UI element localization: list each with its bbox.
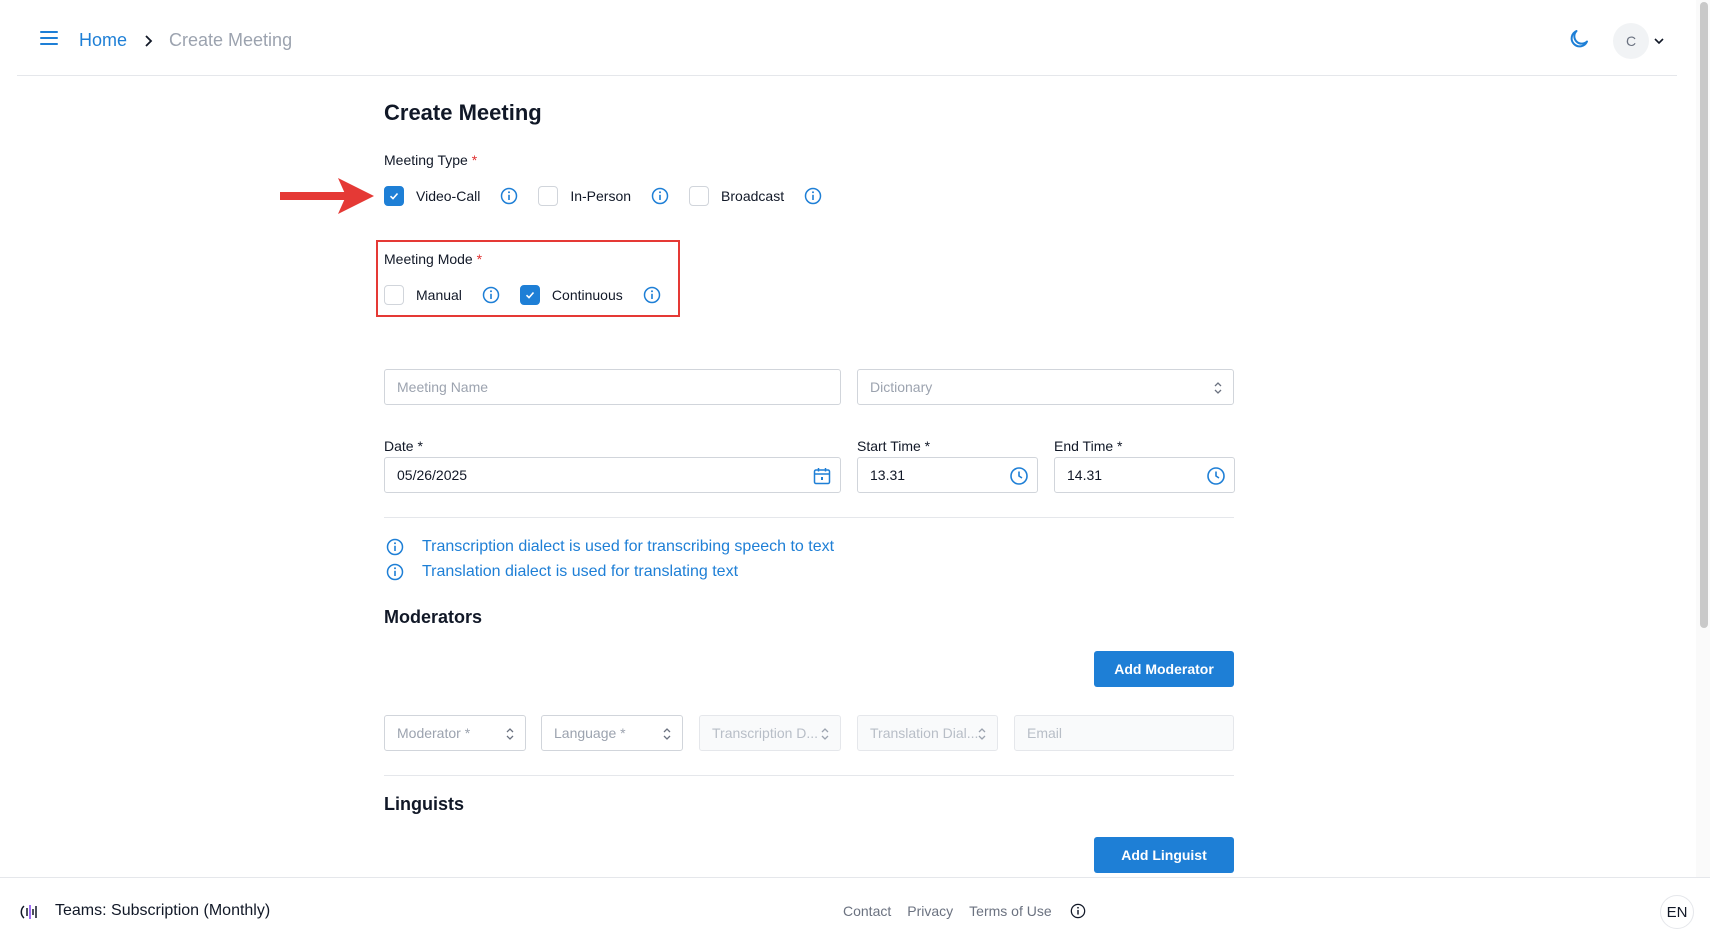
- calendar-icon[interactable]: [812, 466, 832, 486]
- in-person-label[interactable]: In-Person: [570, 188, 631, 204]
- broadcast-checkbox[interactable]: [689, 186, 710, 206]
- privacy-link[interactable]: Privacy: [907, 903, 953, 919]
- add-moderator-button[interactable]: Add Moderator: [1094, 651, 1234, 687]
- chevron-down-icon[interactable]: [1653, 35, 1665, 47]
- moderator-placeholder: Moderator *: [397, 725, 471, 741]
- dictionary-placeholder: Dictionary: [870, 379, 933, 395]
- transcription-dialect-placeholder: Transcription D...: [712, 725, 819, 741]
- info-icon[interactable]: [651, 187, 669, 205]
- sort-arrows-icon: [978, 728, 986, 740]
- scrollbar-thumb[interactable]: [1700, 2, 1708, 628]
- check-icon: [525, 291, 535, 299]
- required-mark: *: [471, 152, 478, 168]
- top-header: Home Create Meeting C: [17, 0, 1677, 76]
- info-icon[interactable]: [643, 286, 661, 304]
- continuous-checkbox[interactable]: [519, 285, 540, 305]
- breadcrumb-home[interactable]: Home: [79, 30, 127, 51]
- user-menu[interactable]: C: [1613, 23, 1665, 59]
- clock-icon[interactable]: [1206, 466, 1226, 486]
- meeting-type-label-text: Meeting Type: [384, 152, 468, 168]
- in-person-checkbox[interactable]: [538, 186, 559, 206]
- video-call-label[interactable]: Video-Call: [416, 188, 480, 204]
- avatar[interactable]: C: [1613, 23, 1649, 59]
- breadcrumb: Home Create Meeting: [79, 30, 292, 51]
- footer-links: Contact Privacy Terms of Use: [843, 903, 1086, 919]
- translation-dialect-select[interactable]: Translation Dial...: [857, 715, 998, 751]
- info-icon[interactable]: [482, 286, 500, 304]
- linguists-title: Linguists: [384, 794, 464, 814]
- start-time-label: Start Time *: [857, 438, 931, 454]
- meeting-type-options: Video-Call In-Person Broadcast: [384, 186, 822, 206]
- moderators-title: Moderators: [384, 607, 483, 627]
- footer: Teams: Subscription (Monthly) Contact Pr…: [0, 877, 1710, 945]
- clock-icon[interactable]: [1009, 466, 1029, 486]
- menu-icon[interactable]: [39, 28, 61, 48]
- end-time-input[interactable]: 14.31: [1054, 457, 1235, 493]
- info-icon[interactable]: [500, 187, 518, 205]
- date-value: 05/26/2025: [397, 467, 468, 483]
- transcription-note-text: Transcription dialect is used for transc…: [422, 538, 835, 555]
- info-icon: [386, 563, 404, 581]
- date-input[interactable]: 05/26/2025: [384, 457, 841, 493]
- translation-dialect-placeholder: Translation Dial...: [870, 725, 979, 741]
- transcription-dialect-select[interactable]: Transcription D...: [699, 715, 841, 751]
- contact-link[interactable]: Contact: [843, 903, 891, 919]
- divider: [384, 775, 1234, 776]
- moderator-select[interactable]: Moderator *: [384, 715, 526, 751]
- sort-arrows-icon: [821, 728, 829, 740]
- broadcast-label[interactable]: Broadcast: [721, 188, 784, 204]
- transcription-note: Transcription dialect is used for transc…: [386, 538, 834, 556]
- translation-note: Translation dialect is used for translat…: [386, 563, 738, 581]
- chevron-right-icon: [145, 34, 153, 47]
- language-placeholder: Language *: [554, 725, 626, 741]
- date-label: Date *: [384, 438, 423, 454]
- meeting-name-placeholder: Meeting Name: [397, 379, 489, 395]
- sort-arrows-icon: [506, 728, 514, 740]
- meeting-mode-label: Meeting Mode *: [384, 251, 482, 267]
- dictionary-select[interactable]: Dictionary: [857, 369, 1234, 405]
- meeting-mode-options: Manual Continuous: [384, 285, 661, 305]
- logo-icon: [20, 905, 37, 919]
- video-call-checkbox[interactable]: [384, 186, 404, 206]
- terms-link[interactable]: Terms of Use: [969, 903, 1051, 919]
- info-icon[interactable]: [804, 187, 822, 205]
- manual-checkbox[interactable]: [384, 285, 404, 305]
- meeting-type-label: Meeting Type *: [384, 152, 477, 168]
- meeting-name-input[interactable]: Meeting Name: [384, 369, 841, 405]
- email-input[interactable]: Email: [1014, 715, 1234, 751]
- translation-note-text: Translation dialect is used for translat…: [422, 563, 739, 580]
- breadcrumb-current: Create Meeting: [169, 30, 293, 50]
- moon-icon[interactable]: [1567, 27, 1591, 51]
- start-time-value: 13.31: [870, 467, 906, 483]
- manual-label[interactable]: Manual: [416, 287, 462, 303]
- info-icon[interactable]: [1070, 903, 1086, 919]
- required-mark: *: [476, 251, 483, 267]
- subscription-plan: Teams: Subscription (Monthly): [55, 902, 271, 919]
- check-icon: [389, 192, 399, 200]
- sort-arrows-icon: [663, 728, 671, 740]
- add-linguist-button[interactable]: Add Linguist: [1094, 837, 1234, 873]
- start-time-input[interactable]: 13.31: [857, 457, 1038, 493]
- language-button[interactable]: EN: [1660, 895, 1694, 929]
- divider: [384, 517, 1234, 518]
- end-time-label: End Time *: [1054, 438, 1123, 454]
- page-title: Create Meeting: [384, 100, 542, 125]
- email-placeholder: Email: [1027, 725, 1063, 741]
- arrow-annotation: [280, 178, 374, 214]
- sort-arrows-icon: [1214, 382, 1222, 394]
- continuous-label[interactable]: Continuous: [552, 287, 623, 303]
- meeting-mode-label-text: Meeting Mode: [384, 251, 473, 267]
- end-time-value: 14.31: [1067, 467, 1103, 483]
- language-select[interactable]: Language *: [541, 715, 683, 751]
- info-icon: [386, 538, 404, 556]
